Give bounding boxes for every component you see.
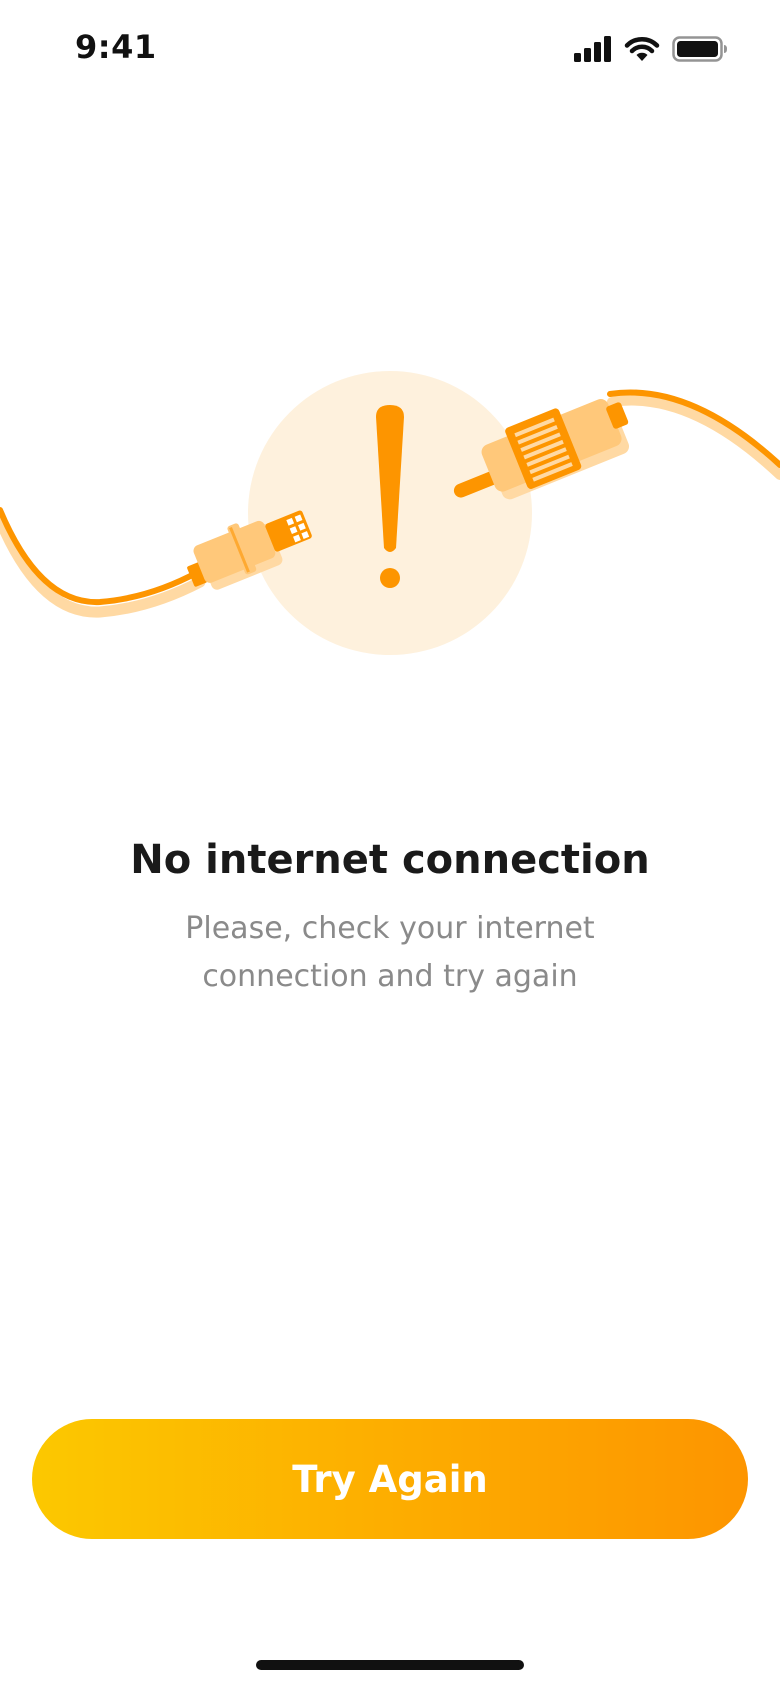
cellular-signal-icon xyxy=(574,36,612,66)
exclamation-dot xyxy=(380,568,400,588)
page-title: No internet connection xyxy=(130,837,650,883)
status-time: 9:41 xyxy=(75,28,157,66)
battery-icon xyxy=(672,36,728,66)
status-icons xyxy=(574,36,728,66)
page-subtitle: Please, check your internet connection a… xyxy=(185,911,595,994)
try-again-button[interactable]: Try Again xyxy=(32,1419,748,1539)
home-indicator[interactable] xyxy=(256,1660,524,1670)
status-bar: 9:41 xyxy=(0,0,780,100)
disconnected-cable-icon xyxy=(0,350,780,690)
wifi-icon xyxy=(624,36,660,66)
